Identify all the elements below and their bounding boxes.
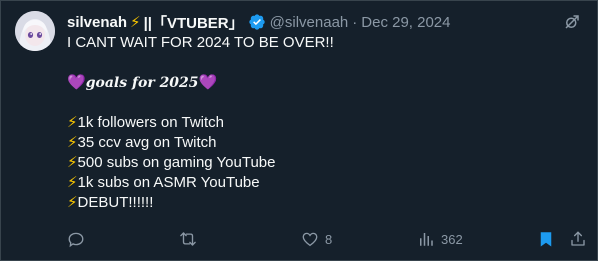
goal-item: ⚡35 ccv avg on Twitch [67,134,217,151]
goal-item: ⚡500 subs on gaming YouTube [67,154,276,171]
bookmark-icon [537,230,555,248]
tweet-date[interactable]: Dec 29, 2024 [361,14,450,31]
lightning-emoji: ⚡ [67,154,78,171]
views-button[interactable]: 362 [417,230,463,248]
share-icon [569,230,587,248]
view-count: 362 [441,231,463,247]
display-name[interactable]: silvenah [67,14,127,31]
reply-button[interactable] [67,230,85,248]
lightning-emoji: ⚡ [67,174,78,191]
retweet-button[interactable] [179,230,197,248]
display-name-suffix[interactable]: ||「VTUBER」 [144,12,244,33]
retweet-icon [179,230,197,248]
tweet-card[interactable]: silvenah ⚡ ||「VTUBER」 @silvenaah · Dec 2… [0,0,598,261]
tweet-actions: 8 362 [67,229,585,249]
user-handle[interactable]: @silvenaah [270,14,349,31]
tweet-body: I CANT WAIT FOR 2024 TO BE OVER!! 💜goals… [67,33,581,213]
reply-icon [67,230,85,248]
separator-dot: · [352,13,358,31]
lightning-emoji: ⚡ [67,134,78,151]
like-button[interactable]: 8 [301,230,332,248]
heart-icon [301,230,319,248]
like-count: 8 [325,231,333,247]
body-line-1: I CANT WAIT FOR 2024 TO BE OVER!! [67,34,334,51]
share-button[interactable] [569,230,587,248]
lightning-emoji: ⚡ [67,114,78,131]
goals-heading: goals for 2025 [85,75,199,91]
tweet-header: silvenah ⚡ ||「VTUBER」 @silvenaah · Dec 2… [67,11,581,33]
goal-item: ⚡1k followers on Twitch [67,114,225,131]
views-chart-icon [417,230,435,248]
purple-heart-emoji-left: 💜 [67,74,86,91]
goal-item: ⚡1k subs on ASMR YouTube [67,174,260,191]
goal-item: ⚡DEBUT!!!!!! [67,194,154,211]
avatar[interactable] [15,11,55,51]
bookmark-button[interactable] [537,230,555,248]
purple-heart-emoji-right: 💜 [198,74,218,91]
verified-badge-icon [248,13,266,31]
lightning-emoji: ⚡ [67,194,78,211]
grok-icon[interactable] [563,13,581,31]
avatar-image [15,11,55,51]
tweet-content: silvenah ⚡ ||「VTUBER」 @silvenaah · Dec 2… [67,11,581,213]
lightning-emoji: ⚡ [130,14,141,31]
